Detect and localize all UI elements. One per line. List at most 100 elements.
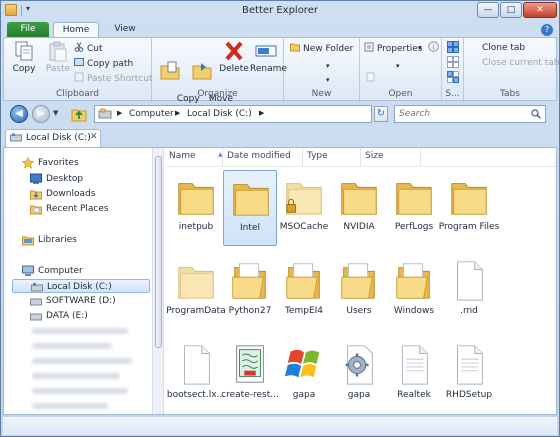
- breadcrumb-computer[interactable]: Computer: [129, 109, 174, 119]
- forward-button[interactable]: ▶: [32, 105, 50, 123]
- copy-path-button[interactable]: Copy path: [74, 57, 133, 69]
- column-header-size[interactable]: Size: [361, 148, 421, 166]
- nav-recent-places-label: Recent Places: [46, 204, 109, 214]
- explorer-window: ▾ Better Explorer — □ ✕ File Home View ?…: [0, 0, 560, 437]
- rename-icon: [255, 45, 277, 57]
- file-name: Intel: [240, 223, 260, 233]
- file-item[interactable]: Python27: [223, 254, 277, 330]
- new-item-dropdown[interactable]: ▾: [326, 60, 330, 72]
- file-item[interactable]: NVIDIA: [332, 170, 386, 246]
- tab-label: Local Disk (C:): [26, 133, 91, 143]
- maximize-button[interactable]: □: [500, 2, 522, 18]
- up-folder-icon[interactable]: [71, 106, 87, 122]
- file-item[interactable]: Realtek: [387, 338, 441, 414]
- file-name: PerfLogs: [394, 222, 434, 232]
- tab-local-disk[interactable]: Local Disk (C:) ✕: [5, 129, 101, 147]
- invert-selection-icon[interactable]: [447, 71, 459, 83]
- tab-view[interactable]: View: [105, 22, 145, 38]
- window-title: Better Explorer: [242, 5, 318, 16]
- edit-icon[interactable]: [366, 72, 376, 84]
- title-bar[interactable]: ▾ Better Explorer — □ ✕: [1, 1, 559, 21]
- search-box[interactable]: [394, 105, 546, 123]
- clone-tab-button[interactable]: Clone tab: [482, 42, 525, 54]
- file-item[interactable]: RHDSetup: [442, 338, 496, 414]
- file-item[interactable]: PerfLogs: [387, 170, 441, 246]
- nav-software-label: SOFTWARE (D:): [46, 296, 116, 306]
- search-icon[interactable]: [531, 109, 541, 119]
- refresh-button[interactable]: ↻: [374, 106, 388, 122]
- nav-scrollbar[interactable]: [152, 148, 164, 414]
- breadcrumb-separator[interactable]: ▶: [175, 109, 180, 117]
- paste-button[interactable]: Paste: [42, 40, 74, 74]
- easy-access-dropdown[interactable]: ▾: [326, 74, 330, 86]
- tab-file[interactable]: File: [7, 22, 49, 38]
- script-file-icon: [236, 345, 264, 383]
- gear-file-icon: [345, 345, 373, 385]
- file-item[interactable]: Users: [332, 254, 386, 330]
- column-header-type[interactable]: Type: [303, 148, 361, 166]
- breadcrumb-separator[interactable]: ▶: [259, 109, 264, 117]
- file-item[interactable]: create-rest...: [221, 338, 279, 414]
- new-group-label: New: [311, 89, 332, 99]
- file-item[interactable]: ProgramData: [166, 254, 226, 330]
- file-item[interactable]: bootsect.lx...: [167, 338, 225, 414]
- delete-button[interactable]: Delete: [218, 40, 250, 74]
- folder-icon: [451, 183, 487, 215]
- file-name: bootsect.lx...: [166, 390, 226, 400]
- breadcrumb-local-disk[interactable]: Local Disk (C:): [187, 109, 252, 119]
- paste-label: Paste: [45, 64, 71, 74]
- open-dropdown[interactable]: ▾: [396, 60, 400, 72]
- nav-favorites-label: Favorites: [38, 158, 79, 168]
- back-button[interactable]: ◀: [10, 105, 28, 123]
- file-icon: [457, 261, 483, 301]
- select-none-icon[interactable]: [447, 56, 459, 68]
- close-current-tab-button[interactable]: Close current tab: [482, 57, 559, 69]
- cut-button[interactable]: Cut: [74, 42, 103, 54]
- file-name: Realtek: [397, 390, 431, 400]
- rename-button[interactable]: Rename: [250, 40, 287, 74]
- folder-icon: [178, 183, 214, 215]
- file-item[interactable]: gapa: [332, 338, 386, 414]
- minimize-button[interactable]: —: [477, 2, 499, 18]
- select-all-icon[interactable]: [447, 41, 459, 53]
- select-group-label: S...: [445, 89, 460, 99]
- move-to-icon: [192, 63, 212, 80]
- file-item[interactable]: gapa: [277, 338, 331, 414]
- tab-home[interactable]: Home: [53, 22, 99, 38]
- info-icon[interactable]: i: [428, 41, 439, 53]
- blurred-nav-item: [32, 343, 112, 349]
- navigation-pane[interactable]: Favorites Desktop Downloads Recent Place…: [4, 148, 152, 414]
- search-input[interactable]: [399, 108, 527, 120]
- copy-button[interactable]: Copy: [8, 40, 40, 74]
- nav-downloads-label: Downloads: [46, 189, 96, 199]
- desktop-icon: [30, 173, 42, 184]
- properties-button[interactable]: Properties: [364, 42, 422, 54]
- nav-local-disk[interactable]: Local Disk (C:): [12, 279, 150, 293]
- drive-icon: [31, 283, 43, 292]
- folder-icon: [341, 183, 377, 215]
- close-button[interactable]: ✕: [523, 2, 557, 18]
- column-header-date-modified[interactable]: Date modified: [223, 148, 303, 166]
- file-item[interactable]: .rnd: [442, 254, 496, 330]
- file-item[interactable]: inetpub: [169, 170, 223, 246]
- folder-icon: [232, 263, 266, 299]
- file-list[interactable]: Name ▲ Date modified Type Size inetpub In…: [165, 148, 556, 414]
- file-item[interactable]: Windows: [387, 254, 441, 330]
- paste-shortcut-button[interactable]: Paste Shortcut: [74, 72, 153, 84]
- recent-locations-dropdown[interactable]: ▼: [53, 109, 58, 117]
- file-item[interactable]: Program Files: [439, 170, 499, 246]
- breadcrumb-separator[interactable]: ▶: [117, 109, 122, 117]
- new-folder-label: New Folder: [303, 44, 354, 54]
- column-header-name[interactable]: Name ▲: [165, 148, 223, 166]
- file-item[interactable]: MSOCache: [277, 170, 331, 246]
- copy-path-icon: [74, 58, 84, 66]
- nav-scrollbar-thumb[interactable]: [155, 156, 162, 348]
- recent-places-icon: [30, 205, 42, 215]
- properties-dropdown[interactable]: ▾: [418, 42, 422, 54]
- file-item[interactable]: Intel: [223, 170, 277, 246]
- file-item[interactable]: TempEI4: [277, 254, 331, 330]
- help-icon[interactable]: ?: [541, 24, 553, 36]
- close-tab-icon[interactable]: ✕: [90, 132, 98, 142]
- new-folder-button[interactable]: New Folder: [290, 42, 353, 54]
- address-bar[interactable]: ▶ Computer ▶ Local Disk (C:) ▶: [94, 105, 372, 123]
